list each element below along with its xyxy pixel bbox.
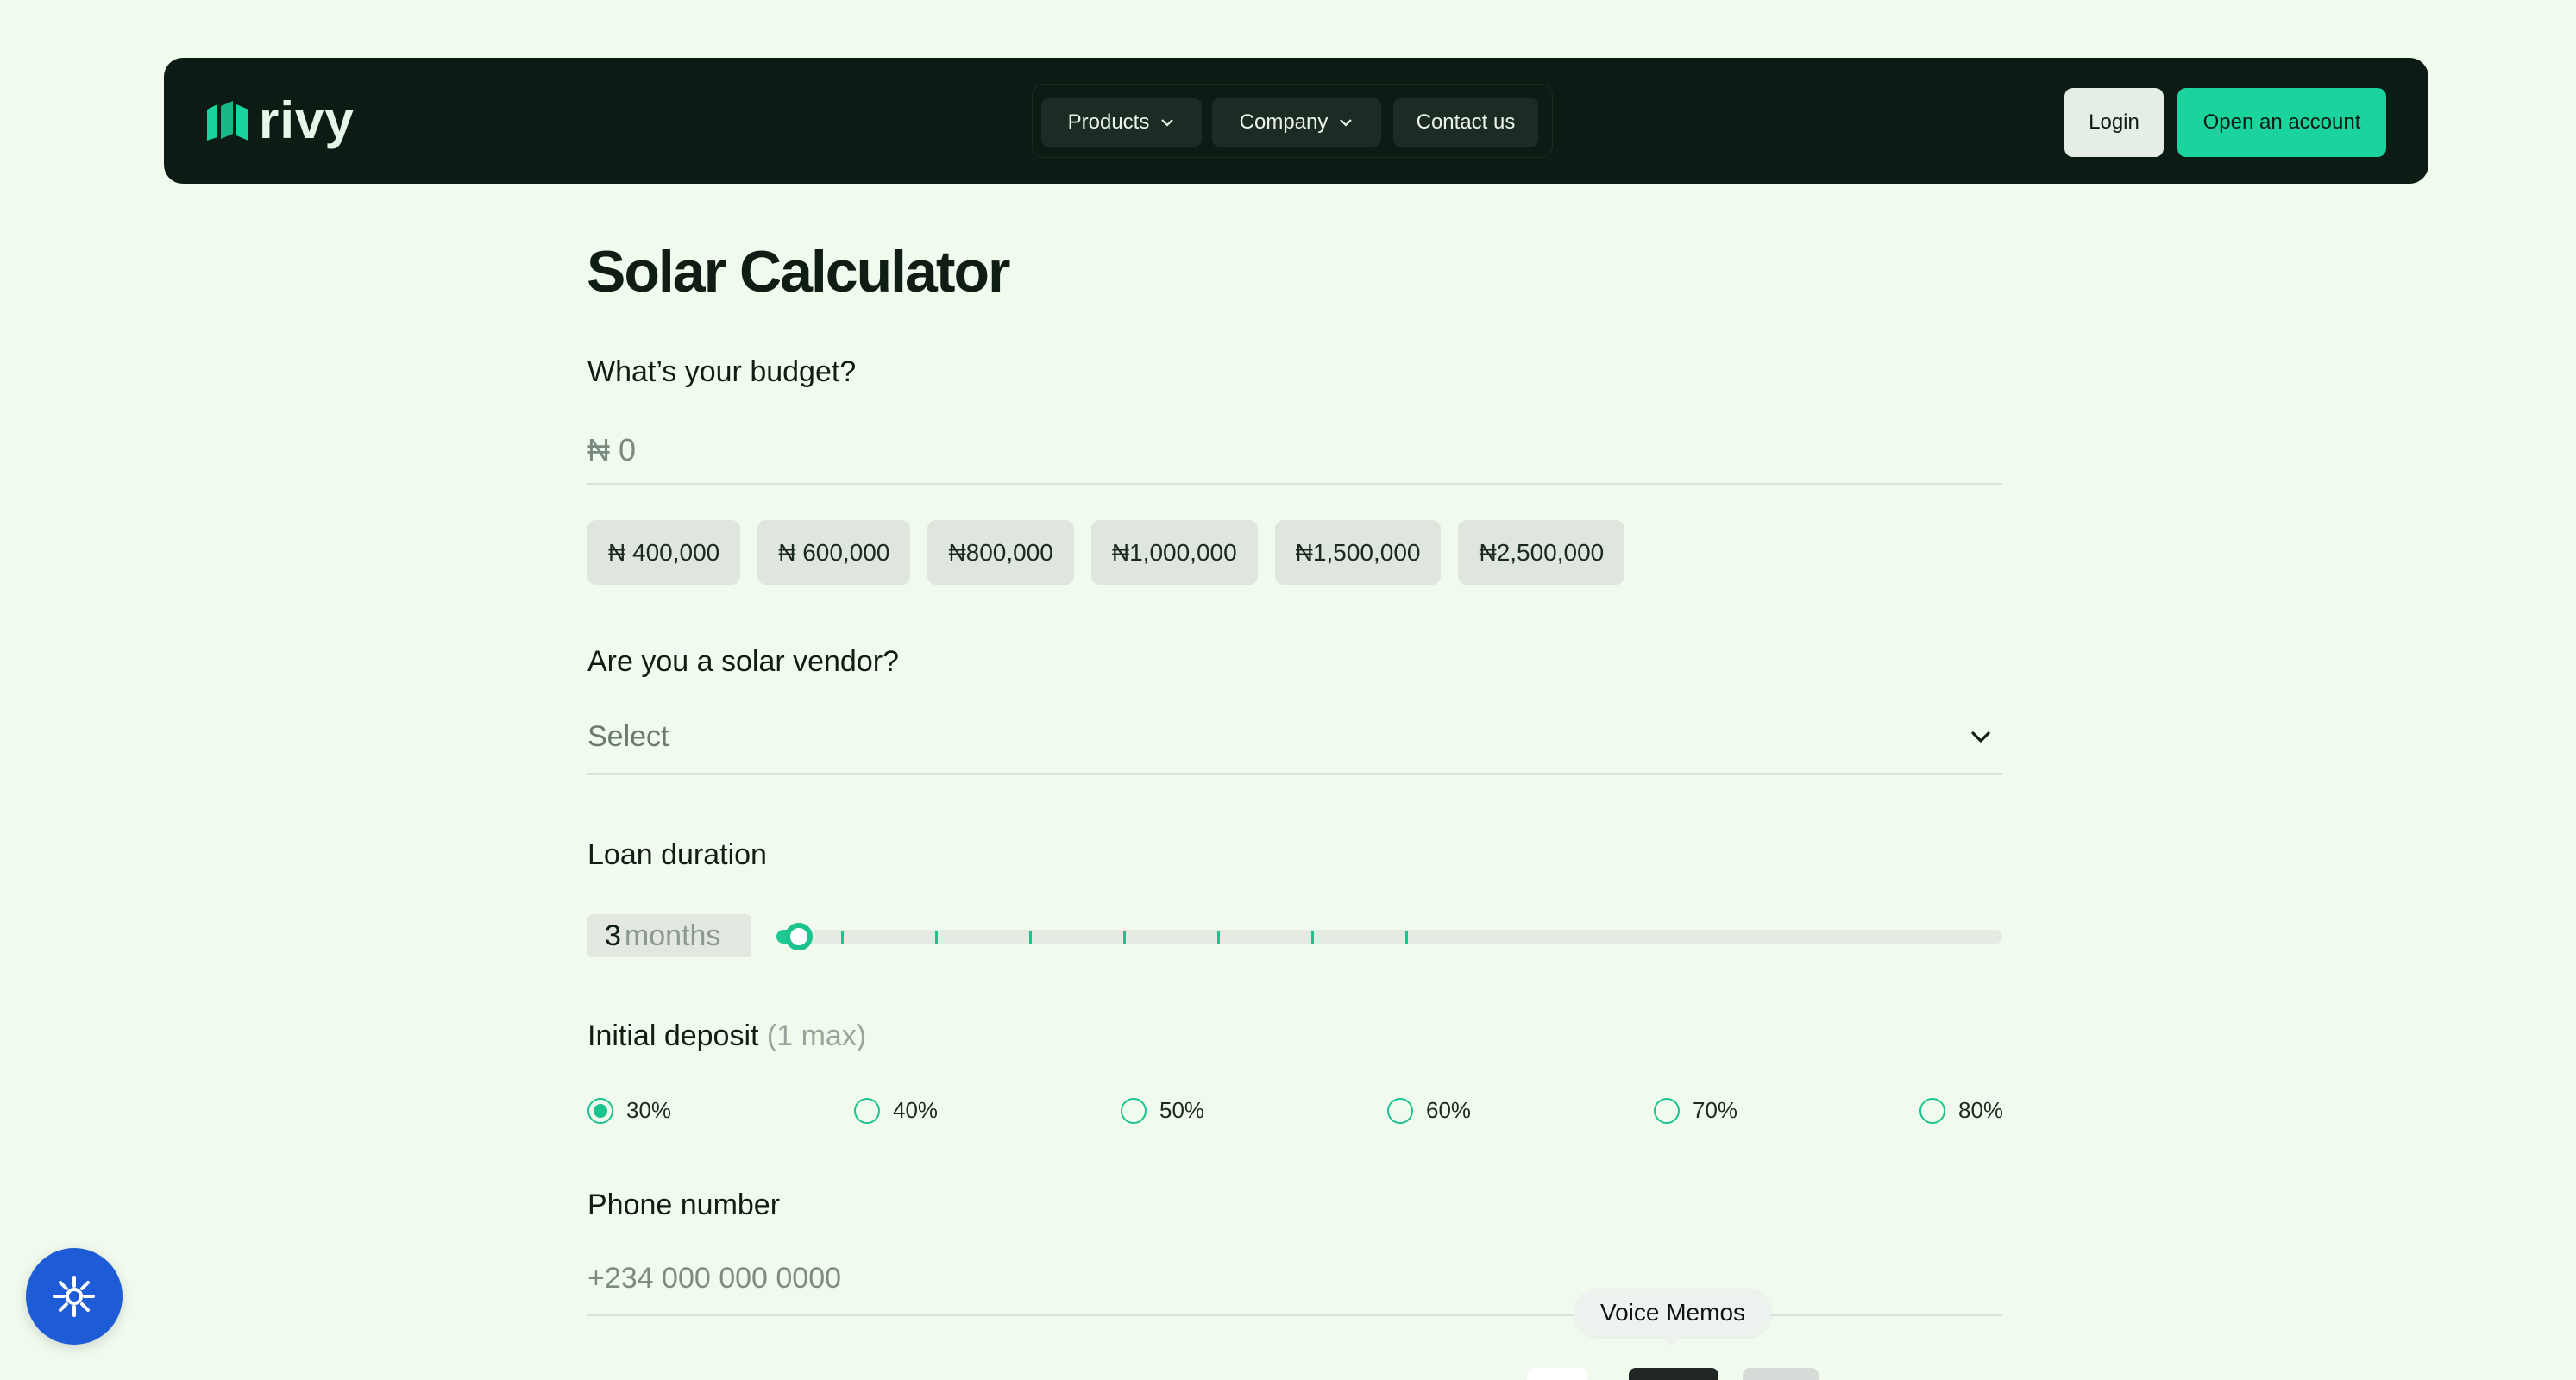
nav-products-label: Products xyxy=(1067,110,1150,134)
dock-strip xyxy=(1527,1368,1846,1380)
duration-value: 3 xyxy=(605,919,621,952)
deposit-option-60[interactable]: 60% xyxy=(1387,1097,1471,1124)
budget-preset-chip[interactable]: ₦1,500,000 xyxy=(1274,520,1442,585)
page: rivy Products Company Contact us Login O… xyxy=(0,0,2576,1380)
nav-company[interactable]: Company xyxy=(1212,98,1381,147)
deposit-option-40[interactable]: 40% xyxy=(854,1097,938,1124)
deposit-option-30[interactable]: 30% xyxy=(587,1097,671,1124)
open-account-button[interactable]: Open an account xyxy=(2177,88,2386,157)
deposit-label: Initial deposit (1 max) xyxy=(587,1019,866,1053)
budget-label: What’s your budget? xyxy=(587,355,857,388)
duration-value-badge: 3 months xyxy=(587,914,751,957)
nav-company-label: Company xyxy=(1239,110,1329,134)
nav-menu: Products Company Contact us xyxy=(1032,84,1553,158)
deposit-option-70[interactable]: 70% xyxy=(1654,1097,1737,1124)
sun-gear-icon xyxy=(53,1276,95,1317)
dock-app[interactable] xyxy=(1743,1368,1819,1380)
deposit-option-label: 70% xyxy=(1693,1097,1738,1123)
deposit-option-label: 60% xyxy=(1426,1097,1472,1123)
chevron-down-icon xyxy=(1340,119,1353,127)
budget-preset-chip[interactable]: ₦ 400,000 xyxy=(587,520,741,585)
deposit-option-80[interactable]: 80% xyxy=(1919,1097,2003,1124)
slider-tick xyxy=(1405,932,1408,944)
radio-icon xyxy=(1121,1097,1147,1124)
top-navbar: rivy Products Company Contact us Login O… xyxy=(164,58,2428,184)
budget-presets: ₦ 400,000 ₦ 600,000 ₦800,000 ₦1,000,000 … xyxy=(587,520,1625,585)
budget-preset-chip[interactable]: ₦2,500,000 xyxy=(1458,520,1625,585)
duration-label: Loan duration xyxy=(587,838,767,871)
duration-slider[interactable] xyxy=(776,923,2002,950)
dock-tooltip: Voice Memos xyxy=(1574,1289,1771,1337)
vendor-label: Are you a solar vendor? xyxy=(587,645,899,678)
logo-mark-icon xyxy=(207,101,248,141)
budget-preset-chip[interactable]: ₦1,000,000 xyxy=(1090,520,1258,585)
radio-icon xyxy=(1919,1097,1945,1124)
radio-selected-icon xyxy=(587,1097,613,1124)
login-button[interactable]: Login xyxy=(2064,88,2164,157)
chevron-down-icon xyxy=(1161,119,1174,127)
slider-tick xyxy=(935,932,938,944)
nav-contact-label: Contact us xyxy=(1416,110,1516,134)
dock-app[interactable] xyxy=(1527,1368,1587,1380)
voice-memos-dock-icon[interactable] xyxy=(1629,1368,1718,1380)
budget-preset-chip[interactable]: ₦800,000 xyxy=(927,520,1074,585)
budget-preset-chip[interactable]: ₦ 600,000 xyxy=(757,520,911,585)
radio-icon xyxy=(854,1097,880,1124)
slider-tick xyxy=(841,932,844,944)
tooltip-arrow xyxy=(1661,1335,1681,1346)
logo-text: rivy xyxy=(259,91,355,149)
deposit-option-label: 80% xyxy=(1958,1097,2004,1123)
chevron-down-icon xyxy=(1971,731,1990,743)
deposit-label-text: Initial deposit xyxy=(587,1019,759,1052)
phone-input[interactable]: +234 000 000 0000 xyxy=(587,1242,2002,1316)
slider-tick xyxy=(1029,932,1032,944)
slider-tick xyxy=(1311,932,1314,944)
radio-icon xyxy=(1387,1097,1413,1124)
duration-unit: months xyxy=(624,919,721,952)
nav-contact[interactable]: Contact us xyxy=(1393,98,1538,147)
radio-icon xyxy=(1654,1097,1680,1124)
vendor-select[interactable]: Select xyxy=(587,700,2002,775)
deposit-option-label: 50% xyxy=(1159,1097,1205,1123)
deposit-option-label: 30% xyxy=(626,1097,672,1123)
deposit-option-label: 40% xyxy=(893,1097,939,1123)
deposit-options: 30% 40% 50% 60% 70% 80% xyxy=(587,1097,2003,1128)
logo[interactable]: rivy xyxy=(205,92,355,149)
settings-fab[interactable] xyxy=(26,1248,123,1345)
page-title: Solar Calculator xyxy=(587,239,1010,304)
deposit-option-50[interactable]: 50% xyxy=(1121,1097,1204,1124)
phone-label: Phone number xyxy=(587,1189,781,1221)
nav-products[interactable]: Products xyxy=(1041,98,1202,147)
budget-input[interactable]: ₦ 0 xyxy=(587,417,2002,485)
slider-tick xyxy=(1217,932,1220,944)
deposit-label-hint: (1 max) xyxy=(766,1019,867,1052)
duration-slider-thumb[interactable] xyxy=(785,923,813,950)
vendor-select-value: Select xyxy=(587,719,669,753)
slider-tick xyxy=(1123,932,1126,944)
